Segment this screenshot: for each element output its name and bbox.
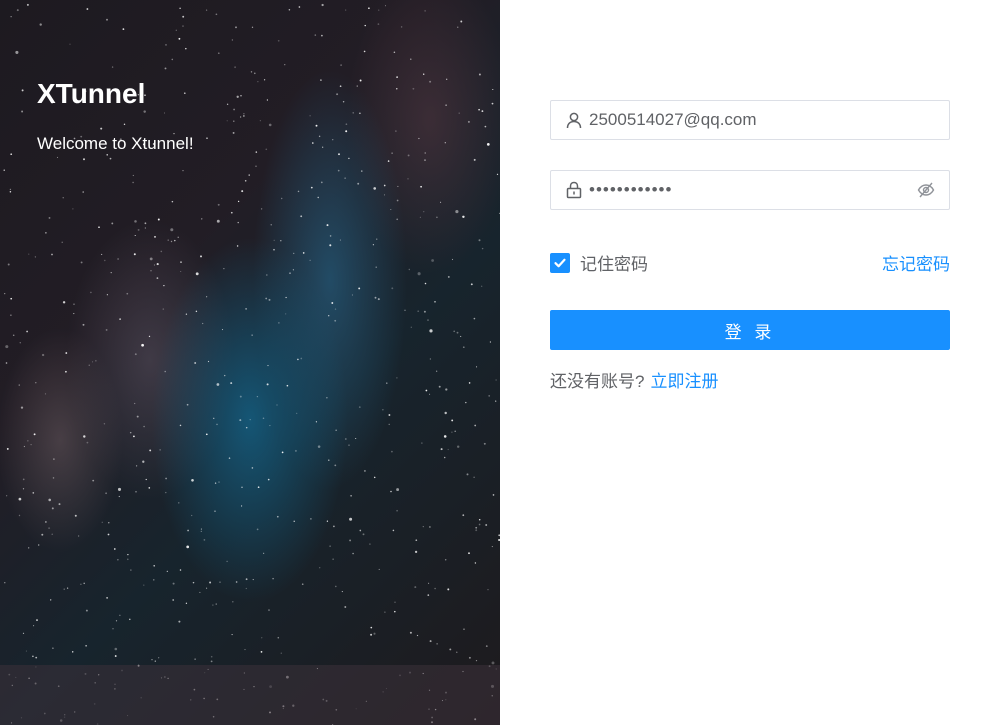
lock-icon — [565, 181, 587, 199]
password-mask: •••••••••••• — [589, 180, 673, 199]
remember-password-checkbox[interactable]: 记住密码 — [550, 250, 648, 275]
register-row: 还没有账号? 立即注册 — [550, 367, 718, 392]
hero-panel: XTunnel Welcome to Xtunnel! — [0, 0, 500, 725]
username-field[interactable] — [550, 100, 950, 140]
forgot-password-link[interactable]: 忘记密码 — [882, 250, 950, 275]
password-input[interactable]: •••••••••••• — [587, 180, 917, 200]
eye-off-icon[interactable] — [917, 181, 937, 199]
user-icon — [565, 111, 587, 129]
register-prompt: 还没有账号? — [550, 372, 645, 391]
register-link[interactable]: 立即注册 — [650, 372, 718, 391]
checkmark-icon[interactable] — [550, 252, 570, 273]
username-input[interactable] — [587, 102, 949, 138]
password-field[interactable]: •••••••••••• — [550, 170, 950, 210]
welcome-text: Welcome to Xtunnel! — [37, 134, 194, 153]
remember-password-label: 记住密码 — [580, 255, 648, 274]
app-title: XTunnel — [37, 78, 146, 109]
login-button[interactable]: 登 录 — [550, 310, 950, 350]
